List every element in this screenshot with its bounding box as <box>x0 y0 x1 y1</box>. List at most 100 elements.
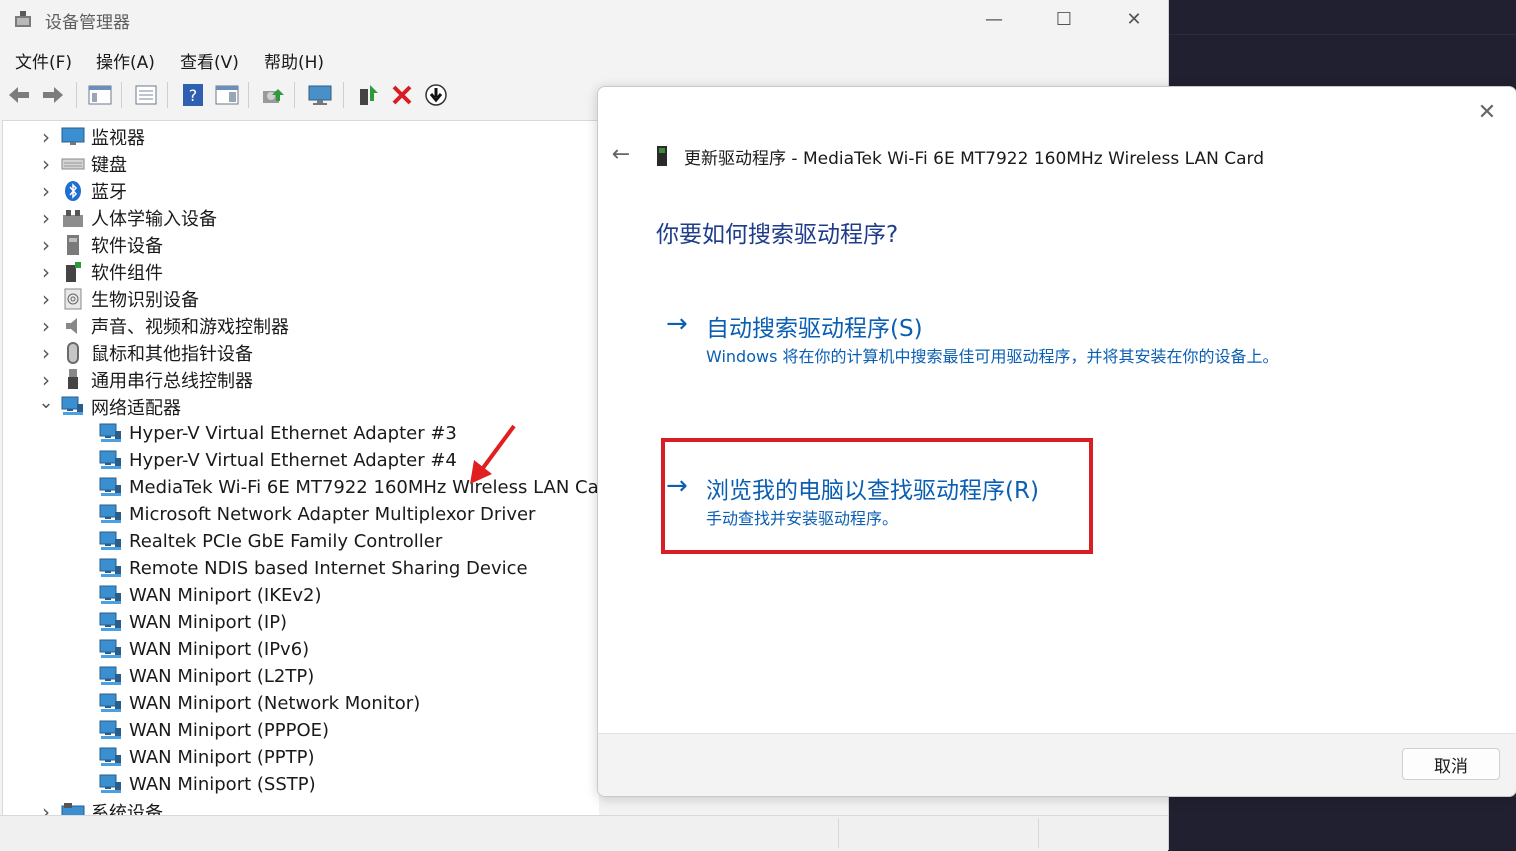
dialog-close-button[interactable]: ✕ <box>1470 95 1504 129</box>
enable-device-button[interactable] <box>355 82 381 108</box>
tree-device-item[interactable]: Microsoft Network Adapter Multiplexor Dr… <box>75 501 535 528</box>
chevron-right-icon[interactable]: › <box>37 314 55 338</box>
tree-device-item[interactable]: WAN Miniport (SSTP) <box>75 771 316 798</box>
maximize-button[interactable]: ☐ <box>1041 4 1087 34</box>
tree-category[interactable]: › 键盘 <box>37 150 127 177</box>
highlight-box <box>661 438 1093 554</box>
tree-device-item[interactable]: Realtek PCIe GbE Family Controller <box>75 528 442 555</box>
tree-device-item[interactable]: WAN Miniport (PPPOE) <box>75 717 329 744</box>
chevron-right-icon[interactable]: › <box>37 368 55 392</box>
chevron-down-icon[interactable]: ⌄ <box>37 392 55 413</box>
properties-button[interactable] <box>133 82 159 108</box>
usb-icon <box>61 368 85 391</box>
tree-category[interactable]: › 软件设备 <box>37 231 163 258</box>
cancel-button[interactable]: 取消 <box>1402 748 1500 780</box>
chevron-right-icon[interactable]: › <box>37 125 55 149</box>
console-tree-icon <box>88 85 112 105</box>
network-adapter-icon <box>99 720 123 742</box>
bluetooth-icon <box>61 180 85 202</box>
network-adapter-icon <box>99 585 123 607</box>
chevron-right-icon[interactable]: › <box>37 287 55 311</box>
auto-search-description: Windows 将在你的计算机中搜索最佳可用驱动程序，并将其安装在你的设备上。 <box>706 347 1279 366</box>
network-adapter-icon <box>99 450 123 472</box>
down-arrow-circle-icon <box>425 84 447 106</box>
tree-item-label: 声音、视频和游戏控制器 <box>91 316 289 338</box>
properties-icon <box>135 85 157 105</box>
tree-item-label: WAN Miniport (PPTP) <box>129 747 315 768</box>
forward-button[interactable] <box>40 82 66 108</box>
menu-file[interactable]: 文件(F) <box>15 48 72 73</box>
tree-device-item[interactable]: WAN Miniport (L2TP) <box>75 663 314 690</box>
scan-hardware-button[interactable] <box>307 82 333 108</box>
tree-device-item[interactable]: WAN Miniport (Network Monitor) <box>75 690 420 717</box>
update-driver-button[interactable] <box>260 82 286 108</box>
tree-device-item[interactable]: WAN Miniport (IKEv2) <box>75 582 322 609</box>
disable-device-button[interactable] <box>423 82 449 108</box>
arrow-left-icon <box>9 87 29 103</box>
dialog-footer: 取消 <box>598 733 1516 796</box>
tree-item-label: Microsoft Network Adapter Multiplexor Dr… <box>129 504 536 525</box>
menu-action[interactable]: 操作(A) <box>96 48 155 73</box>
chevron-right-icon[interactable]: › <box>37 341 55 365</box>
tree-item-label: Hyper-V Virtual Ethernet Adapter #4 <box>129 450 457 471</box>
tree-item-label: WAN Miniport (Network Monitor) <box>129 693 421 714</box>
tree-item-label: Remote NDIS based Internet Sharing Devic… <box>129 558 528 579</box>
back-button[interactable] <box>6 82 32 108</box>
maximize-icon: ☐ <box>1055 8 1073 30</box>
network-adapter-icon <box>99 612 123 634</box>
biometric-icon <box>61 288 85 310</box>
tree-device-item[interactable]: WAN Miniport (IPv6) <box>75 636 309 663</box>
tree-item-label: 通用串行总线控制器 <box>91 370 253 392</box>
tree-item-label: 生物识别设备 <box>91 289 199 311</box>
network-adapter-icon <box>99 531 123 553</box>
tree-device-item[interactable]: Hyper-V Virtual Ethernet Adapter #3 <box>75 420 457 447</box>
help-button[interactable]: ? <box>180 82 206 108</box>
network-adapter-icon <box>99 423 123 445</box>
minimize-icon: — <box>985 8 1003 30</box>
tree-category[interactable]: › 通用串行总线控制器 <box>37 366 253 393</box>
tree-category[interactable]: › 人体学输入设备 <box>37 204 217 231</box>
tree-device-item[interactable]: Hyper-V Virtual Ethernet Adapter #4 <box>75 447 457 474</box>
network-card-icon <box>657 146 667 166</box>
close-window-button[interactable]: ✕ <box>1111 4 1157 34</box>
menu-bar: 文件(F) 操作(A) 查看(V) 帮助(H) <box>0 44 1168 74</box>
action-pane-button[interactable] <box>214 82 240 108</box>
tree-item-label: WAN Miniport (IPv6) <box>129 639 310 660</box>
software-component-icon <box>61 261 85 283</box>
device-manager-icon <box>15 11 31 27</box>
help-icon: ? <box>183 84 203 106</box>
tree-category[interactable]: › 监视器 <box>37 123 145 150</box>
tree-item-label: 监视器 <box>91 127 145 149</box>
auto-search-label: 自动搜索驱动程序(S) <box>706 316 923 342</box>
tree-category[interactable]: › 蓝牙 <box>37 177 127 204</box>
chevron-right-icon[interactable]: › <box>37 152 55 176</box>
tree-item-label: 蓝牙 <box>91 181 127 203</box>
tree-device-item[interactable]: Remote NDIS based Internet Sharing Devic… <box>75 555 528 582</box>
tree-category[interactable]: › 软件组件 <box>37 258 163 285</box>
tree-category[interactable]: › 生物识别设备 <box>37 285 199 312</box>
minimize-button[interactable]: — <box>971 4 1017 34</box>
chevron-right-icon[interactable]: › <box>37 233 55 257</box>
dialog-back-button[interactable]: ← <box>608 141 634 167</box>
arrow-right-icon <box>43 87 63 103</box>
tree-category[interactable]: ⌄ 网络适配器 <box>37 392 181 420</box>
tree-category[interactable]: › 鼠标和其他指针设备 <box>37 339 253 366</box>
tree-device-item[interactable]: WAN Miniport (PPTP) <box>75 744 314 771</box>
enable-device-icon <box>360 85 378 105</box>
menu-view[interactable]: 查看(V) <box>180 48 239 73</box>
tree-item-label: 鼠标和其他指针设备 <box>91 343 253 365</box>
tree-item-label: WAN Miniport (IP) <box>129 612 288 633</box>
uninstall-device-button[interactable] <box>389 82 415 108</box>
tree-item-label: 键盘 <box>91 154 127 176</box>
tree-item-label: WAN Miniport (L2TP) <box>129 666 315 687</box>
chevron-right-icon[interactable]: › <box>37 260 55 284</box>
network-adapter-icon <box>99 558 123 580</box>
chevron-right-icon[interactable]: › <box>37 179 55 203</box>
chevron-right-icon[interactable]: › <box>37 206 55 230</box>
menu-help[interactable]: 帮助(H) <box>264 48 324 73</box>
tree-device-item[interactable]: WAN Miniport (IP) <box>75 609 287 636</box>
tree-category[interactable]: › 声音、视频和游戏控制器 <box>37 312 289 339</box>
tree-item-label: 人体学输入设备 <box>91 208 217 230</box>
network-adapter-icon <box>99 639 123 661</box>
show-hide-tree-button[interactable] <box>87 82 113 108</box>
